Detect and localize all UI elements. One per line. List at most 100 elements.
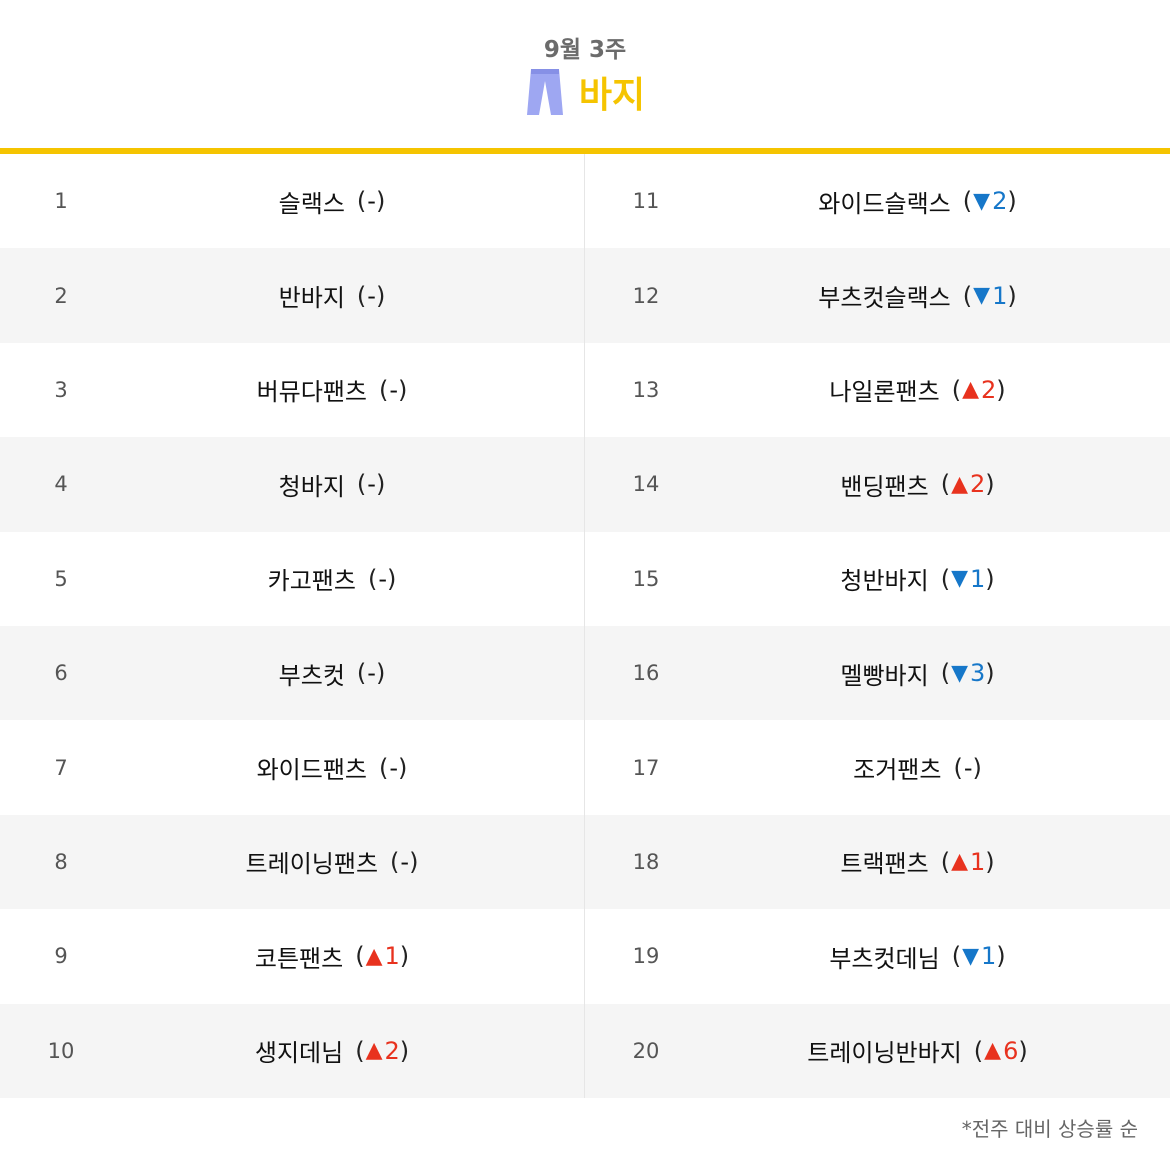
ranking-item: 청반바지 (▼ 1) — [705, 532, 1130, 626]
rank-change: (▼ 3) — [940, 659, 995, 688]
table-row: 2 반바지 (-) 12 부츠컷슬랙스 (▼ 1) — [0, 248, 1170, 343]
rank-change: (▲ 1) — [355, 942, 410, 971]
table-row: 3 버뮤다팬츠 (-) 13 나일론팬츠 (▲ 2) — [0, 342, 1170, 438]
change-value: - — [400, 847, 410, 876]
change-value: - — [389, 753, 399, 782]
up-arrow-icon: ▲ — [984, 1038, 1002, 1064]
down-arrow-icon: ▼ — [951, 660, 968, 686]
ranking-item: 부츠컷데님 (▼ 1) — [705, 909, 1130, 1003]
title-row: 바지 — [0, 66, 1170, 118]
ranking-cell: 11 와이드슬랙스 (▼ 2) — [585, 154, 1170, 248]
ranking-cell: 16 멜빵바지 (▼ 3) — [585, 626, 1170, 720]
rank-change: (-) — [356, 470, 386, 499]
rank-number: 6 — [54, 661, 68, 686]
rank-change: (-) — [367, 564, 397, 593]
ranking-cell: 10 생지데님 (▲ 2) — [0, 1003, 585, 1098]
item-name: 트랙팬츠 — [840, 850, 929, 879]
rank-number: 5 — [54, 566, 68, 591]
up-arrow-icon: ▲ — [365, 943, 383, 969]
ranking-cell: 12 부츠컷슬랙스 (▼ 1) — [585, 248, 1170, 342]
ranking-item: 와이드팬츠 (-) — [120, 720, 544, 814]
item-name: 코튼팬츠 — [254, 944, 344, 973]
rank-change: (▲ 1) — [940, 847, 995, 876]
table-row: 9 코튼팬츠 (▲ 1) 19 부츠컷데님 (▼ 1) — [0, 909, 1170, 1004]
item-name: 밴딩팬츠 — [840, 472, 929, 501]
ranking-cell: 3 버뮤다팬츠 (-) — [0, 342, 585, 438]
rank-change: (▼ 1) — [951, 942, 1006, 971]
ranking-cell: 9 코튼팬츠 (▲ 1) — [0, 909, 585, 1004]
item-name: 조거팬츠 — [853, 756, 942, 785]
ranking-cell: 19 부츠컷데님 (▼ 1) — [585, 909, 1170, 1003]
ranking-item: 트랙팬츠 (▲ 1) — [705, 815, 1130, 909]
change-value: - — [367, 281, 376, 310]
change-value: 2 — [384, 1036, 400, 1065]
ranking-item: 트레이닝반바지 (▲ 6) — [705, 1004, 1130, 1098]
item-name: 부츠컷데님 — [829, 944, 940, 973]
rank-number: 1 — [54, 189, 68, 214]
item-name: 생지데님 — [254, 1039, 344, 1068]
change-value: - — [367, 470, 376, 499]
change-value: - — [963, 753, 973, 782]
change-value: 6 — [1003, 1036, 1019, 1065]
rank-change: (▼ 1) — [962, 281, 1017, 310]
rank-change: (▲ 2) — [951, 375, 1006, 404]
ranking-cell: 20 트레이닝반바지 (▲ 6) — [585, 1004, 1170, 1098]
rank-number: 19 — [632, 944, 660, 969]
change-value: - — [367, 187, 376, 216]
ranking-item: 나일론팬츠 (▲ 2) — [705, 343, 1130, 437]
item-name: 반바지 — [278, 284, 345, 313]
ranking-item: 청바지 (-) — [120, 437, 544, 531]
rank-number: 15 — [632, 566, 660, 591]
rank-change: (▲ 2) — [940, 470, 995, 499]
rank-number: 7 — [54, 755, 68, 780]
rank-number: 20 — [632, 1038, 660, 1063]
ranking-item: 코튼팬츠 (▲ 1) — [120, 909, 544, 1003]
ranking-item: 멜빵바지 (▼ 3) — [705, 626, 1130, 720]
rank-change: (▲ 6) — [973, 1036, 1028, 1065]
rank-change: (-) — [378, 753, 408, 782]
ranking-item: 슬랙스 (-) — [120, 154, 544, 248]
item-name: 청바지 — [278, 472, 345, 501]
item-name: 부츠컷슬랙스 — [818, 284, 951, 313]
ranking-cell: 18 트랙팬츠 (▲ 1) — [585, 815, 1170, 909]
rank-number: 13 — [632, 377, 660, 402]
ranking-cell: 13 나일론팬츠 (▲ 2) — [585, 343, 1170, 437]
change-value: 1 — [969, 564, 986, 593]
down-arrow-icon: ▼ — [951, 566, 968, 592]
change-value: 2 — [969, 470, 986, 499]
rank-change: (-) — [953, 753, 982, 782]
header: 9월 3주 바지 — [0, 0, 1170, 148]
table-row: 6 부츠컷 (-) 16 멜빵바지 (▼ 3) — [0, 625, 1170, 721]
ranking-cell: 17 조거팬츠 (-) — [585, 720, 1170, 814]
ranking-item: 생지데님 (▲ 2) — [120, 1004, 544, 1098]
rank-number: 17 — [632, 755, 660, 780]
rank-number: 16 — [632, 661, 660, 686]
change-value: - — [389, 375, 399, 404]
rank-number: 9 — [54, 944, 68, 969]
ranking-item: 트레이닝팬츠 (-) — [120, 815, 544, 909]
change-value: 2 — [981, 375, 997, 404]
rank-number: 8 — [54, 849, 68, 874]
item-name: 멜빵바지 — [840, 661, 929, 690]
down-arrow-icon: ▼ — [962, 943, 980, 969]
up-arrow-icon: ▲ — [951, 471, 968, 497]
rank-number: 3 — [54, 377, 68, 402]
rank-number: 11 — [632, 189, 660, 214]
ranking-cell: 15 청반바지 (▼ 1) — [585, 532, 1170, 626]
item-name: 카고팬츠 — [267, 567, 356, 596]
ranking-item: 반바지 (-) — [120, 248, 544, 342]
ranking-cell: 8 트레이닝팬츠 (-) — [0, 814, 585, 910]
rank-change: (-) — [356, 281, 386, 310]
ranking-item: 부츠컷 (-) — [120, 626, 544, 720]
item-name: 슬랙스 — [278, 189, 345, 218]
ranking-item: 와이드슬랙스 (▼ 2) — [705, 154, 1130, 248]
item-name: 부츠컷 — [278, 661, 345, 690]
week-label: 9월 3주 — [543, 37, 627, 63]
rank-change: (▼ 2) — [962, 187, 1017, 216]
change-value: - — [367, 659, 376, 688]
ranking-item: 조거팬츠 (-) — [705, 720, 1130, 814]
ranking-cell: 2 반바지 (-) — [0, 248, 585, 343]
change-value: 3 — [969, 659, 986, 688]
ranking-cell: 4 청바지 (-) — [0, 437, 585, 532]
down-arrow-icon: ▼ — [973, 283, 991, 309]
